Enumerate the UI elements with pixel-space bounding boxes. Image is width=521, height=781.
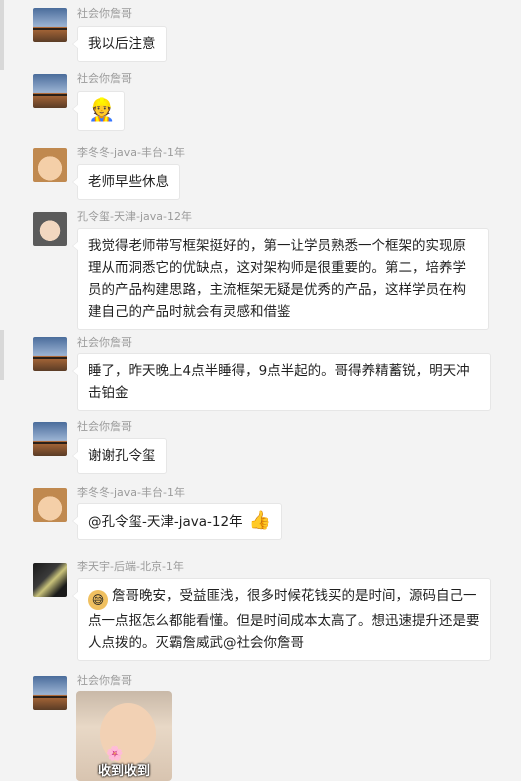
sender-name: 社会你詹哥 [77,674,132,687]
mention-text: @孔令玺-天津-java-12年 [88,514,243,530]
sticker-emoji: 👷 [88,98,116,123]
message-bubble[interactable]: @孔令玺-天津-java-12年 👍 [72,503,282,540]
message-bubble[interactable]: 👷 [72,91,125,131]
avatar[interactable] [33,8,67,42]
sender-name: 社会你詹哥 [77,420,132,433]
avatar[interactable] [33,74,67,108]
avatar[interactable] [33,212,67,246]
avatar[interactable] [33,422,67,456]
sender-name: 李天宇-后端-北京-1年 [77,560,184,573]
message-bubble[interactable]: 我以后注意 [72,26,167,62]
avatar[interactable] [33,488,67,522]
sender-name: 社会你詹哥 [77,7,132,20]
scroll-gutter [0,0,4,70]
sender-name: 社会你詹哥 [77,336,132,349]
sender-name: 孔令玺-天津-java-12年 [77,210,192,223]
thumbs-up-icon: 👍 [248,510,271,531]
message-bubble[interactable]: 老师早些休息 [72,164,180,200]
message-bubble[interactable]: 谢谢孔令玺 [72,438,167,474]
message-text: 詹哥晚安，受益匪浅，很多时候花钱买的是时间，源码自己一点一点抠怎么都能看懂。但是… [88,588,480,651]
image-message[interactable]: 🌸 收到收到 [76,691,172,781]
message-bubble[interactable]: 😅 詹哥晚安，受益匪浅，很多时候花钱买的是时间，源码自己一点一点抠怎么都能看懂。但… [72,578,491,661]
message-bubble[interactable]: 睡了，昨天晚上4点半睡得，9点半起的。哥得养精蓄锐，明天冲击铂金 [72,353,491,411]
sender-name: 社会你詹哥 [77,72,132,85]
avatar[interactable] [33,337,67,371]
avatar[interactable] [33,148,67,182]
image-caption: 收到收到 [97,764,150,779]
avatar[interactable] [33,563,67,597]
message-bubble[interactable]: 我觉得老师带写框架挺好的，第一让学员熟悉一个框架的实现原理从而洞悉它的优缺点，这… [72,228,489,330]
sender-name: 李冬冬-java-丰台-1年 [77,146,185,159]
avatar[interactable] [33,676,67,710]
sender-name: 李冬冬-java-丰台-1年 [77,486,185,499]
scroll-gutter [0,330,4,380]
sweat-smile-icon: 😅 [88,590,108,610]
